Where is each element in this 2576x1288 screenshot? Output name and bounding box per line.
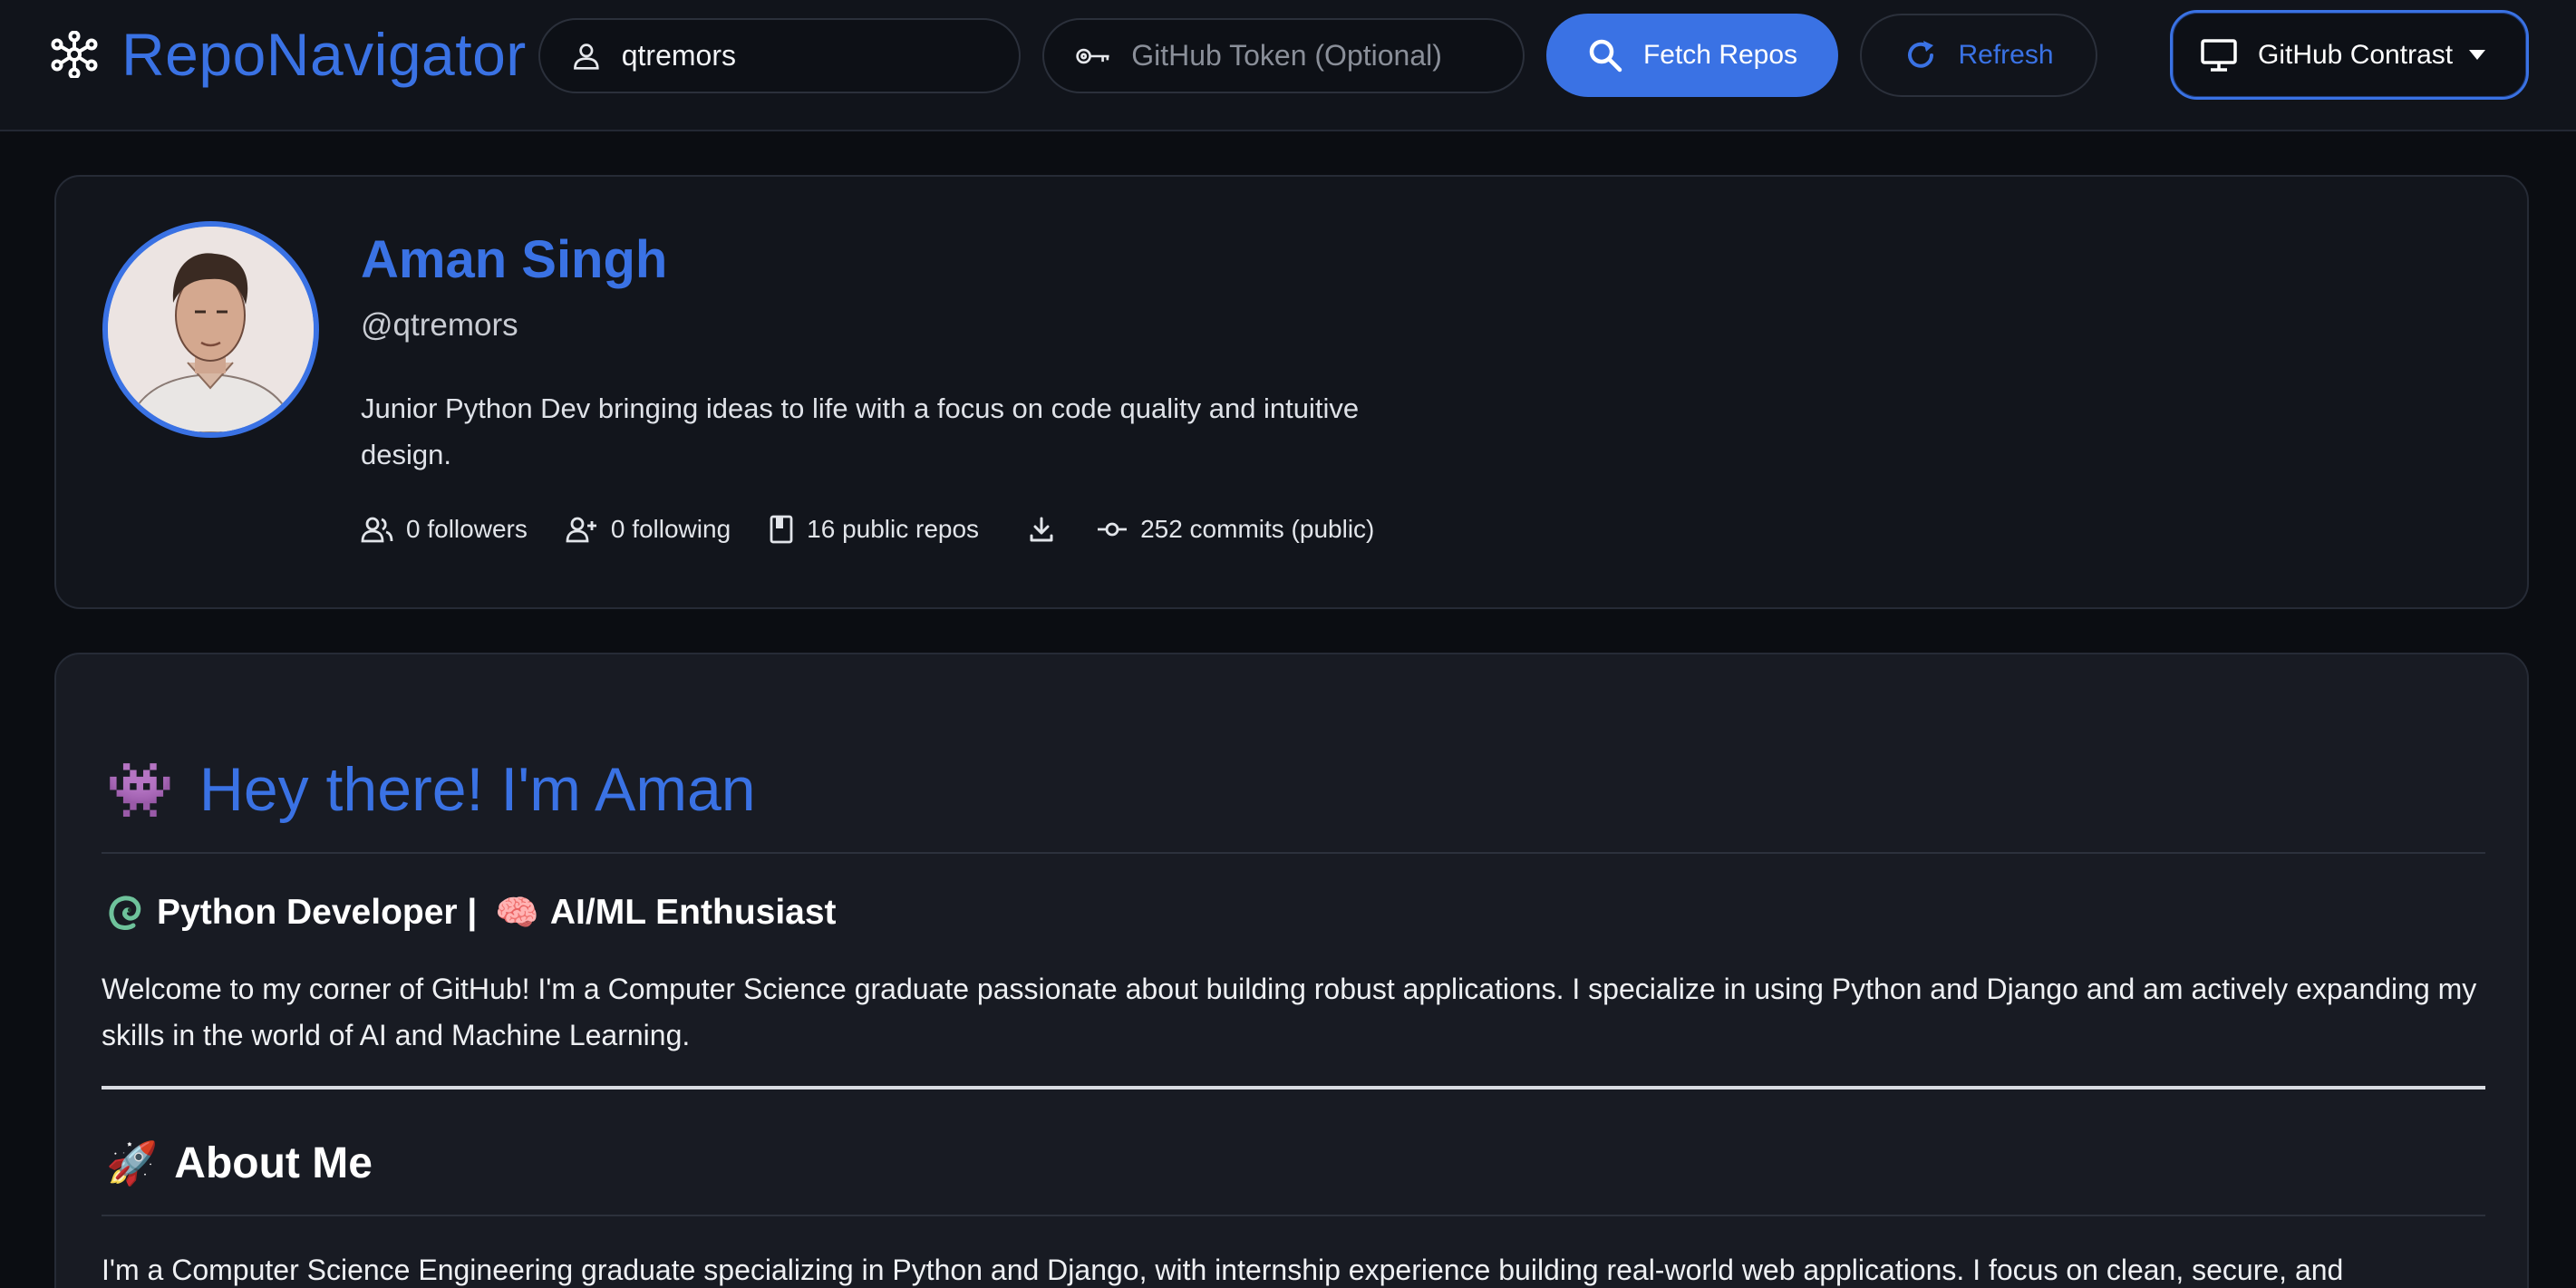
refresh-icon: [1908, 41, 1934, 68]
search-icon: [1589, 39, 1622, 73]
about-heading: 🚀 About Me: [106, 1138, 373, 1188]
readme-title: 👾 Hey there! I'm Aman: [106, 754, 756, 825]
subtitle-part-2: AI/ML Enthusiast: [549, 893, 837, 932]
stat-followers[interactable]: 0 followers: [361, 515, 528, 544]
commit-icon: [1098, 522, 1128, 537]
brand-name: RepoNavigator: [121, 21, 527, 88]
welcome-paragraph: Welcome to my corner of GitHub! I'm a Co…: [102, 973, 2477, 1051]
username-field[interactable]: [538, 18, 1021, 93]
fetch-repos-button[interactable]: Fetch Repos: [1546, 14, 1838, 97]
fetch-repos-label: Fetch Repos: [1642, 40, 1798, 70]
theme-select[interactable]: GitHub Contrast: [2170, 10, 2529, 100]
network-hub-icon: [51, 31, 98, 78]
profile-stats: 0 followers 0 following 16 public repos: [361, 515, 1412, 544]
repos-count: 16 public repos: [807, 515, 980, 543]
stat-commits[interactable]: 252 commits (public): [1097, 515, 1374, 544]
refresh-button[interactable]: Refresh: [1860, 14, 2097, 97]
monitor-icon: [2201, 38, 2237, 72]
download-icon: [1030, 517, 1053, 542]
profile-card: Aman Singh @qtremors Junior Python Dev b…: [54, 175, 2529, 609]
brand[interactable]: RepoNavigator: [51, 20, 527, 89]
about-heading-text: About Me: [174, 1139, 373, 1187]
followers-count: 0 followers: [406, 515, 528, 543]
download-stat[interactable]: [1028, 516, 1055, 543]
subtitle-part-1: Python Developer |: [157, 893, 478, 932]
chevron-down-icon: [2469, 50, 2486, 60]
thick-divider: [102, 1086, 2485, 1089]
divider: [102, 852, 2485, 854]
following-count: 0 following: [610, 515, 731, 543]
divider: [102, 1215, 2485, 1216]
key-icon: [1076, 48, 1109, 63]
readme-card: 👾 Hey there! I'm Aman Python Developer |…: [54, 653, 2529, 1288]
space-invader-icon: 👾: [106, 759, 174, 820]
readme-title-text: Hey there! I'm Aman: [199, 755, 756, 824]
top-bar: RepoNavigator Fetch Repos: [0, 0, 2576, 131]
stat-following[interactable]: 0 following: [566, 515, 731, 544]
user-icon: [574, 43, 599, 70]
rocket-icon: 🚀: [106, 1139, 159, 1186]
about-paragraph: I'm a Computer Science Engineering gradu…: [102, 1254, 2344, 1286]
profile-handle[interactable]: @qtremors: [361, 307, 518, 344]
avatar: [102, 221, 319, 438]
python-snake-icon: [109, 896, 141, 930]
people-icon: [361, 517, 393, 543]
portrait-image: [108, 227, 314, 432]
refresh-label: Refresh: [1958, 40, 2054, 70]
repo-book-icon: [770, 515, 793, 544]
brain-icon: 🧠: [495, 894, 539, 933]
profile-name: Aman Singh: [361, 230, 668, 289]
username-input[interactable]: [621, 39, 1019, 73]
profile-bio: Junior Python Dev bringing ideas to life…: [361, 392, 1360, 470]
token-input[interactable]: [1131, 39, 1523, 73]
token-field[interactable]: [1042, 18, 1525, 93]
theme-select-value: GitHub Contrast: [2258, 39, 2454, 70]
stat-repos[interactable]: 16 public repos: [769, 515, 979, 544]
readme-subtitle: Python Developer | 🧠 AI/ML Enthusiast: [106, 892, 837, 934]
person-add-icon: [566, 517, 596, 543]
commits-count: 252 commits (public): [1140, 515, 1375, 543]
